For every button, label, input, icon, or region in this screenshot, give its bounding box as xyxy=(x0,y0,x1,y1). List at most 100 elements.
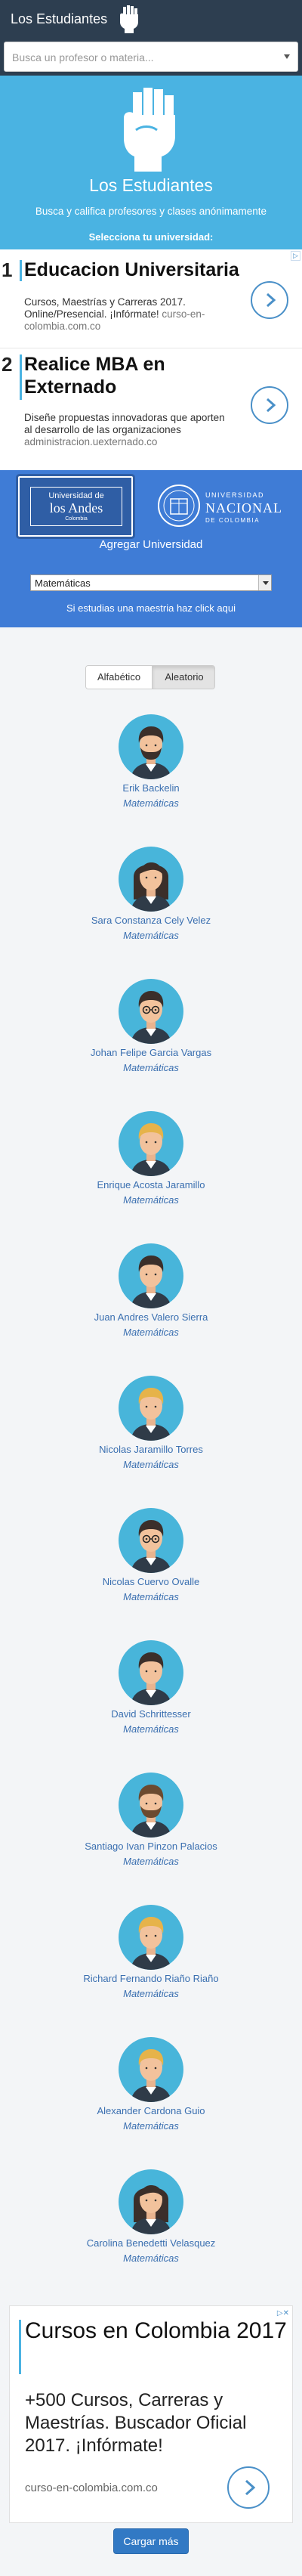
uandes-line2: los Andes xyxy=(49,500,103,516)
hero-subtitle: Busca y califica profesores y clases anó… xyxy=(35,206,267,217)
professor-department[interactable]: Matemáticas xyxy=(0,2252,302,2264)
professor-department[interactable]: Matemáticas xyxy=(0,930,302,941)
ad-title[interactable]: Educacion Universitaria xyxy=(24,259,239,281)
professor-name[interactable]: Richard Fernando Riaño Riaño xyxy=(0,1973,302,1984)
professor-name[interactable]: Alexander Cardona Guio xyxy=(0,2105,302,2116)
professor-name[interactable]: Erik Backelin xyxy=(0,782,302,794)
load-more-button[interactable]: Cargar más xyxy=(113,2528,189,2554)
professor-card[interactable]: Carolina Benedetti Velasquez Matemáticas xyxy=(0,2169,302,2302)
professor-card[interactable]: Alexander Cardona Guio Matemáticas xyxy=(0,2037,302,2169)
professor-card[interactable]: Nicolas Jaramillo Torres Matemáticas xyxy=(0,1376,302,1508)
professor-avatar-icon[interactable] xyxy=(119,1243,183,1308)
professor-department[interactable]: Matemáticas xyxy=(0,2120,302,2132)
ad-arrow-button[interactable] xyxy=(251,281,288,319)
professor-avatar-icon[interactable] xyxy=(119,2037,183,2102)
ad-text: Cursos, Maestrías y Carreras 2017. Onlin… xyxy=(24,296,232,333)
professor-avatar-icon[interactable] xyxy=(119,1111,183,1176)
hero-title: Los Estudiantes xyxy=(89,175,213,195)
sort-alphabetic-button[interactable]: Alfabético xyxy=(86,666,153,689)
add-university-link[interactable]: Agregar Universidad xyxy=(0,538,302,551)
raised-fist-logo-icon[interactable] xyxy=(116,4,142,34)
professor-avatar-icon[interactable] xyxy=(119,714,183,779)
search-select[interactable]: Busca un profesor o materia... xyxy=(4,42,298,72)
chevron-down-icon xyxy=(258,575,271,590)
professor-name[interactable]: Enrique Acosta Jaramillo xyxy=(0,1179,302,1190)
uandes-line3: Colombia xyxy=(65,516,88,522)
professor-name[interactable]: Carolina Benedetti Velasquez xyxy=(0,2237,302,2249)
professor-card[interactable]: Enrique Acosta Jaramillo Matemáticas xyxy=(0,1111,302,1243)
professor-department[interactable]: Matemáticas xyxy=(0,1327,302,1338)
chevron-right-icon xyxy=(267,398,276,413)
search-placeholder: Busca un profesor o materia... xyxy=(12,51,154,63)
ad-block-1[interactable]: ▷ 1 Educacion Universitaria Cursos, Maes… xyxy=(0,249,302,348)
professor-card[interactable]: David Schrittesser Matemáticas xyxy=(0,1640,302,1773)
bottom-ad-url[interactable]: curso-en-colombia.com.co xyxy=(25,2482,158,2494)
professor-avatar-icon[interactable] xyxy=(119,979,183,1044)
ad-accent-bar xyxy=(19,2320,21,2374)
professor-card[interactable]: Juan Andres Valero Sierra Matemáticas xyxy=(0,1243,302,1376)
raised-fist-icon xyxy=(124,88,175,172)
brand-title[interactable]: Los Estudiantes xyxy=(11,11,107,27)
professor-avatar-icon[interactable] xyxy=(119,1376,183,1441)
department-select[interactable]: Matemáticas xyxy=(30,574,272,591)
professor-name[interactable]: Nicolas Jaramillo Torres xyxy=(0,1444,302,1455)
unal-line2: NACIONAL xyxy=(205,500,282,516)
ad-accent-bar xyxy=(20,260,22,281)
professor-card[interactable]: Santiago Ivan Pinzon Palacios Matemáticas xyxy=(0,1773,302,1905)
top-navbar: Los Estudiantes xyxy=(0,0,302,38)
professor-card[interactable]: Nicolas Cuervo Ovalle Matemáticas xyxy=(0,1508,302,1640)
chevron-down-icon xyxy=(284,54,290,59)
professor-avatar-icon[interactable] xyxy=(119,2169,183,2234)
uandes-line1: Universidad de xyxy=(48,491,104,500)
professor-avatar-icon[interactable] xyxy=(119,1905,183,1970)
bottom-ad-arrow-button[interactable] xyxy=(227,2466,270,2509)
ad-arrow-button[interactable] xyxy=(251,386,288,424)
professor-name[interactable]: Nicolas Cuervo Ovalle xyxy=(0,1576,302,1587)
chevron-right-icon xyxy=(267,293,276,308)
maestria-link[interactable]: Si estudias una maestria haz click aqui xyxy=(0,602,302,614)
uandes-logo-button[interactable]: Universidad de los Andes Colombia xyxy=(18,476,133,537)
professor-department[interactable]: Matemáticas xyxy=(0,1988,302,1999)
ad-title[interactable]: Realice MBA en Externado xyxy=(24,353,198,398)
bottom-ad[interactable]: ▷✕ Cursos en Colombia 2017 +500 Cursos, … xyxy=(9,2305,293,2523)
uandes-logo: Universidad de los Andes Colombia xyxy=(30,487,122,526)
professor-department[interactable]: Matemáticas xyxy=(0,1459,302,1470)
professor-avatar-icon[interactable] xyxy=(119,1508,183,1573)
bottom-ad-title[interactable]: Cursos en Colombia 2017 xyxy=(25,2317,287,2345)
professor-avatar-icon[interactable] xyxy=(119,1773,183,1838)
adchoices-icon[interactable]: ▷ xyxy=(291,251,300,261)
professor-department[interactable]: Matemáticas xyxy=(0,1194,302,1206)
ad-number: 1 xyxy=(2,259,13,281)
professor-department[interactable]: Matemáticas xyxy=(0,1591,302,1602)
professor-card[interactable]: Johan Felipe Garcia Vargas Matemáticas xyxy=(0,979,302,1111)
bottom-ad-text: +500 Cursos, Carreras y Maestrías. Busca… xyxy=(25,2390,247,2456)
unal-logo-button[interactable]: UNIVERSIDAD NACIONAL DE COLOMBIA xyxy=(157,478,285,535)
professor-avatar-icon[interactable] xyxy=(119,847,183,912)
professor-department[interactable]: Matemáticas xyxy=(0,1856,302,1867)
ad-url[interactable]: administracion.uexternado.co xyxy=(24,436,157,447)
chevron-right-icon xyxy=(245,2479,256,2496)
select-university-prompt: Selecciona tu universidad: xyxy=(88,231,214,243)
professor-card[interactable]: Erik Backelin Matemáticas xyxy=(0,714,302,847)
professor-department[interactable]: Matemáticas xyxy=(0,1723,302,1735)
professor-card[interactable]: Sara Constanza Cely Velez Matemáticas xyxy=(0,847,302,979)
professor-department[interactable]: Matemáticas xyxy=(0,797,302,809)
unal-line3: DE COLOMBIA xyxy=(205,517,260,524)
ad-accent-bar xyxy=(20,355,22,400)
professor-card[interactable]: Richard Fernando Riaño Riaño Matemáticas xyxy=(0,1905,302,2037)
sort-toggle: Alfabético Aleatorio xyxy=(85,665,215,689)
professor-name[interactable]: Johan Felipe Garcia Vargas xyxy=(0,1047,302,1058)
ad-text: Diseñe propuestas innovadoras que aporte… xyxy=(24,412,232,448)
professor-name[interactable]: David Schrittesser xyxy=(0,1708,302,1720)
professor-avatar-icon[interactable] xyxy=(119,1640,183,1705)
ad-block-2[interactable]: 2 Realice MBA en Externado Diseñe propue… xyxy=(0,348,302,470)
professor-department[interactable]: Matemáticas xyxy=(0,1062,302,1073)
ad-number: 2 xyxy=(2,353,13,376)
ad-description: Diseñe propuestas innovadoras que aporte… xyxy=(24,412,225,435)
professor-name[interactable]: Juan Andres Valero Sierra xyxy=(0,1311,302,1323)
unal-line1: UNIVERSIDAD xyxy=(205,491,265,499)
sort-random-button[interactable]: Aleatorio xyxy=(153,666,214,689)
department-selected-value: Matemáticas xyxy=(35,577,91,589)
professor-name[interactable]: Sara Constanza Cely Velez xyxy=(0,915,302,926)
professor-name[interactable]: Santiago Ivan Pinzon Palacios xyxy=(0,1841,302,1852)
